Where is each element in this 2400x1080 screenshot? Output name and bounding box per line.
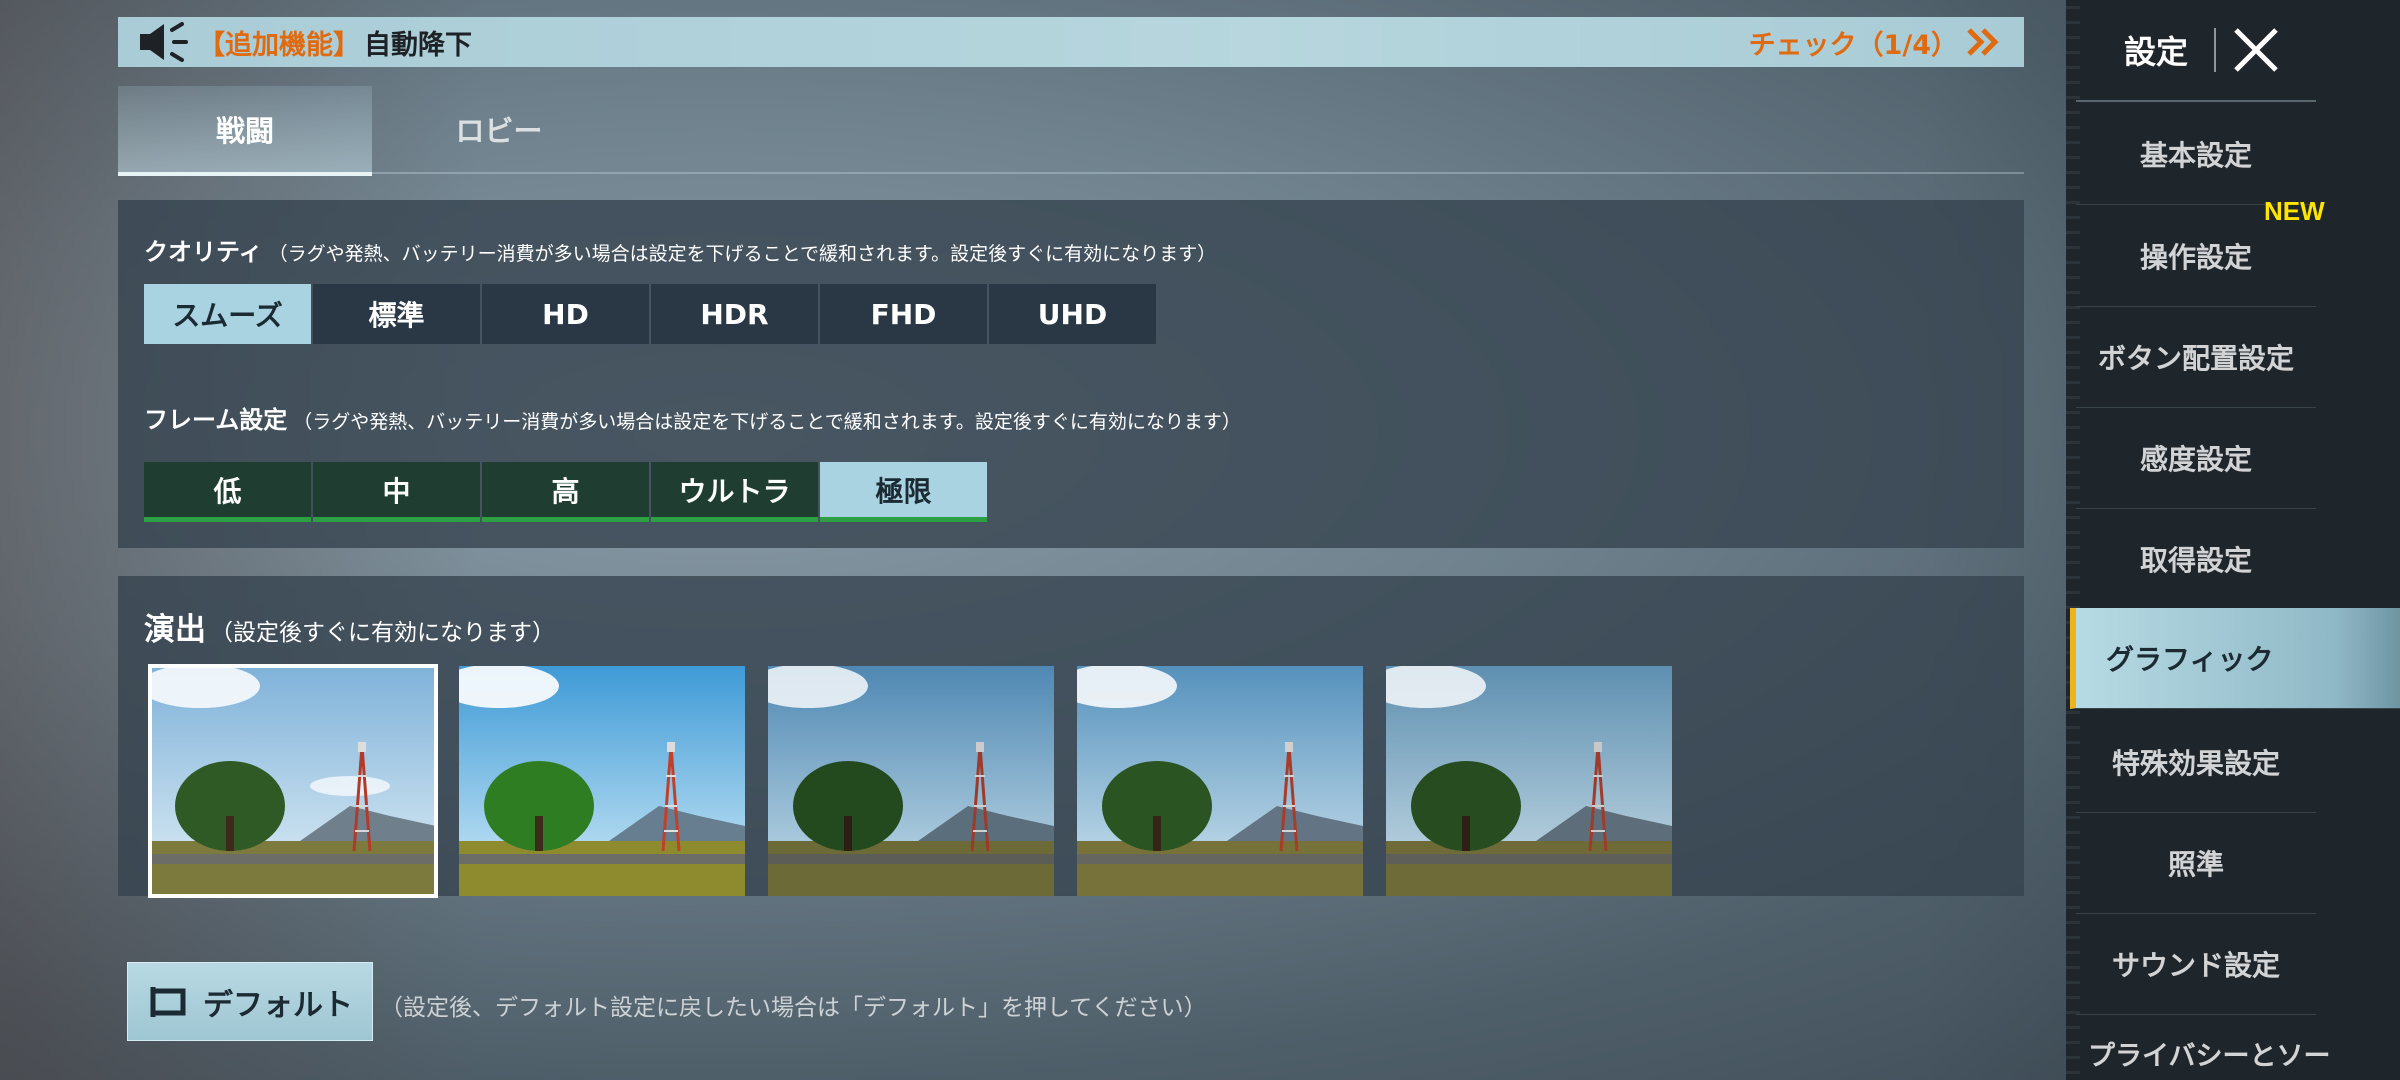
frame-option-high[interactable]: 高 <box>482 462 649 522</box>
tab-lobby[interactable]: ロビー <box>372 86 626 172</box>
sidebar-item-effects[interactable]: 特殊効果設定 <box>2076 712 2316 813</box>
sidebar-item-pickup[interactable]: 取得設定 <box>2076 509 2316 610</box>
selection-corner <box>150 666 160 676</box>
sidebar-item-layout[interactable]: ボタン配置設定 <box>2076 307 2316 408</box>
frame-label: フレーム設定 <box>144 406 288 434</box>
announcement-tag: 【追加機能】 <box>198 29 360 61</box>
tab-battle[interactable]: 戦闘 <box>118 86 372 176</box>
default-button-label: デフォルト <box>203 987 353 1023</box>
landscape-preview-image <box>768 666 1054 896</box>
sidebar-item-label: グラフィック <box>2106 643 2274 676</box>
announcement-bar[interactable]: 【追加機能】 自動降下 チェック（1/4） <box>118 17 2024 67</box>
landscape-preview-image <box>1077 666 1363 896</box>
landscape-preview-image <box>459 666 745 896</box>
effect-thumbnail-1[interactable] <box>148 664 438 898</box>
sidebar-item-label: 感度設定 <box>2139 443 2252 476</box>
quality-option-hdr[interactable]: HDR <box>651 284 818 344</box>
check-label: チェック（1/4） <box>1748 29 1958 61</box>
frame-heading: フレーム設定 （ラグや発熱、バッテリー消費が多い場合は設定を下げることで緩和されま… <box>144 400 1241 435</box>
sidebar-item-label: サウンド設定 <box>2111 949 2280 982</box>
quality-selector: スムーズ 標準 HD HDR FHD UHD <box>144 284 1158 344</box>
frame-note: （ラグや発熱、バッテリー消費が多い場合は設定を下げることで緩和されます。設定後す… <box>293 411 1241 433</box>
landscape-preview-image <box>1386 666 1672 896</box>
effect-thumbnail-2[interactable] <box>459 666 745 896</box>
speaker-icon <box>140 22 188 62</box>
landscape-preview-image <box>150 666 436 896</box>
settings-sidebar: 設定 基本設定 操作設定 NEW ボタン配置設定 感度設定 取得設定 グラフィッ… <box>2066 0 2400 1080</box>
effects-heading: 演出 （設定後すぐに有効になります） <box>144 604 555 649</box>
tab-lobby-label: ロビー <box>455 114 543 148</box>
sidebar-item-label: 特殊効果設定 <box>2111 747 2280 780</box>
frame-option-low[interactable]: 低 <box>144 462 311 522</box>
close-icon[interactable] <box>2230 24 2282 76</box>
default-hint: （設定後、デフォルト設定に戻したい場合は「デフォルト」を押してください） <box>380 995 1207 1021</box>
sidebar-item-label: 取得設定 <box>2139 544 2252 577</box>
mode-tabs: 戦闘 ロビー <box>118 86 2024 176</box>
sidebar-item-label: 照準 <box>2167 848 2224 881</box>
header-divider <box>2214 28 2217 72</box>
settings-header: 設定 <box>2076 0 2316 102</box>
effects-thumbnails <box>148 664 1695 898</box>
selection-corner <box>426 666 436 676</box>
default-button[interactable]: デフォルト <box>127 962 373 1041</box>
sidebar-item-sound[interactable]: サウンド設定 <box>2076 914 2316 1015</box>
quality-option-standard[interactable]: 標準 <box>313 284 480 344</box>
reset-loop-icon <box>150 986 186 1017</box>
check-link[interactable]: チェック（1/4） <box>1749 23 2000 62</box>
quality-note: （ラグや発熱、バッテリー消費が多い場合は設定を下げることで緩和されます。設定後す… <box>268 243 1217 265</box>
sidebar-item-graphics[interactable]: グラフィック <box>2070 608 2400 709</box>
sidebar-item-privacy[interactable]: プライバシーとソー <box>2088 1034 2330 1073</box>
quality-option-smooth[interactable]: スムーズ <box>144 284 311 344</box>
quality-heading: クオリティ （ラグや発熱、バッテリー消費が多い場合は設定を下げることで緩和されます… <box>144 232 1216 267</box>
quality-option-uhd[interactable]: UHD <box>989 284 1156 344</box>
sidebar-item-label: ボタン配置設定 <box>2097 342 2294 375</box>
effects-panel: 演出 （設定後すぐに有効になります） <box>118 576 2024 898</box>
effect-thumbnail-5[interactable] <box>1386 666 1672 896</box>
sidebar-item-aim[interactable]: 照準 <box>2076 813 2316 914</box>
sidebar-item-label: 基本設定 <box>2139 139 2252 172</box>
quality-option-fhd[interactable]: FHD <box>820 284 987 344</box>
settings-title: 設定 <box>2124 33 2189 71</box>
frame-option-extreme[interactable]: 極限 <box>820 462 987 522</box>
sidebar-item-sensitivity[interactable]: 感度設定 <box>2076 408 2316 509</box>
new-badge: NEW <box>2264 196 2325 226</box>
frame-option-medium[interactable]: 中 <box>313 462 480 522</box>
quality-option-hd[interactable]: HD <box>482 284 649 344</box>
effect-thumbnail-3[interactable] <box>768 666 1054 896</box>
effect-thumbnail-4[interactable] <box>1077 666 1363 896</box>
quality-label: クオリティ <box>144 238 263 266</box>
frame-option-ultra[interactable]: ウルトラ <box>651 462 818 522</box>
sidebar-item-basic[interactable]: 基本設定 <box>2076 104 2316 205</box>
tab-battle-label: 戦闘 <box>215 114 274 148</box>
quality-frame-panel: クオリティ （ラグや発熱、バッテリー消費が多い場合は設定を下げることで緩和されます… <box>118 200 2024 548</box>
double-chevron-right-icon <box>1967 28 1999 56</box>
frame-selector: 低 中 高 ウルトラ 極限 <box>144 462 989 522</box>
effects-label: 演出 <box>144 612 206 648</box>
announcement-title: 自動降下 <box>364 29 472 61</box>
effects-note: （設定後すぐに有効になります） <box>210 620 555 646</box>
sidebar-item-label: 操作設定 <box>2139 241 2252 274</box>
